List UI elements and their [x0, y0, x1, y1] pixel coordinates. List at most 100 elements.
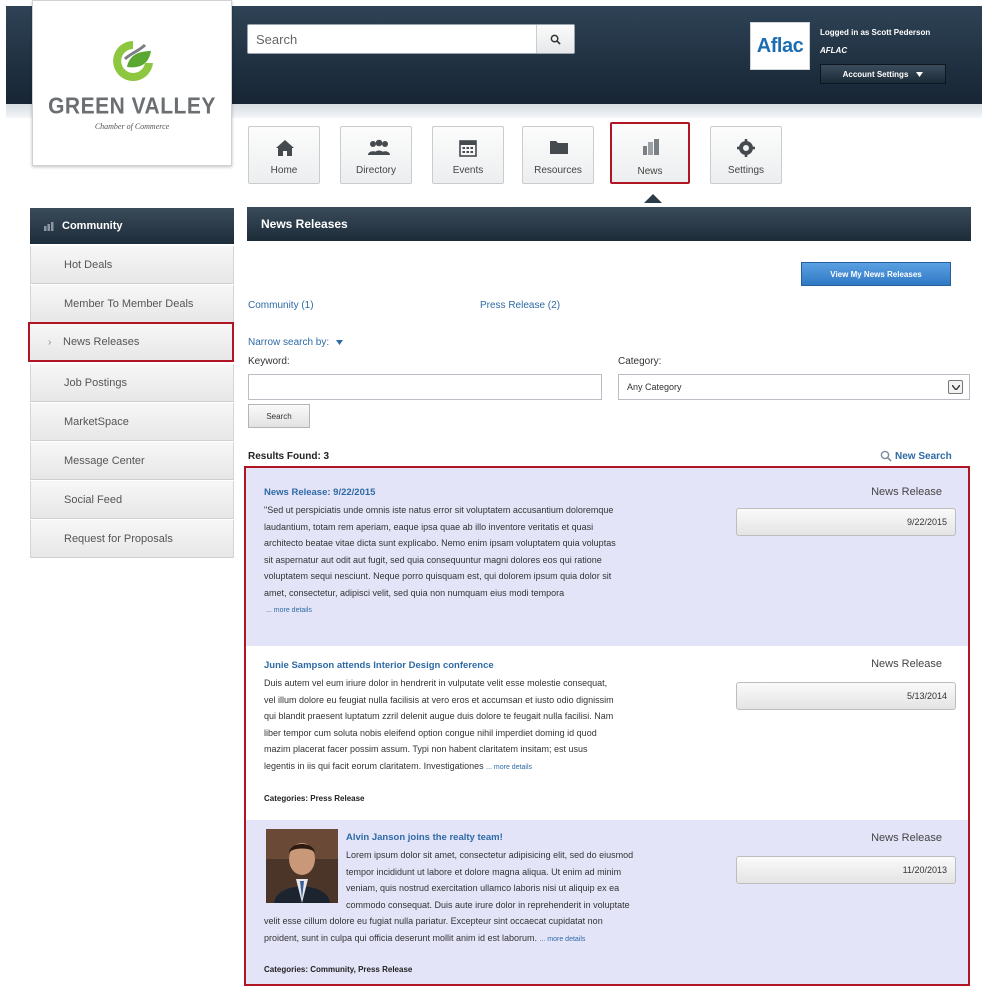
- sidebar-item-label: Hot Deals: [64, 258, 113, 271]
- narrow-search-toggle[interactable]: Narrow search by:: [248, 337, 343, 348]
- item-line: legentis in iis qui facit eorum claritat…: [264, 760, 484, 771]
- item-date: 5/13/2014: [736, 682, 956, 710]
- nav-resources-label: Resources: [534, 165, 582, 176]
- keyword-label: Keyword:: [248, 356, 290, 367]
- people-icon: [368, 139, 390, 155]
- item-categories: Categories: Press Release: [264, 794, 365, 803]
- item-line: "Sed ut perspiciatis unde omnis iste nat…: [264, 505, 614, 515]
- sidebar-item-news-releases[interactable]: › News Releases: [28, 322, 234, 362]
- sidebar-item-message-center[interactable]: Message Center: [30, 442, 234, 480]
- list-item: News Release: 9/22/2015 "Sed ut perspici…: [246, 468, 968, 646]
- sidebar-item-job-postings[interactable]: Job Postings: [30, 364, 234, 402]
- sidebar-item-label: Message Center: [64, 454, 145, 467]
- category-label: Category:: [618, 356, 662, 367]
- item-line: Lorem ipsum dolor sit amet, consectetur …: [346, 850, 634, 860]
- item-line: architecto beatae vitae dicta sunt expli…: [264, 538, 616, 548]
- item-body: velit esse cillum dolore eu fugiat nulla…: [264, 913, 603, 948]
- company-name: AFLAC: [820, 46, 848, 55]
- filter-search-button[interactable]: Search: [248, 404, 310, 428]
- nav-active-pointer: [644, 194, 662, 203]
- chevron-down-icon: [335, 340, 343, 345]
- item-line: commodo consequat. Duis aute irure dolor…: [346, 899, 630, 910]
- search-box: [247, 24, 575, 54]
- item-date: 11/20/2013: [736, 856, 956, 884]
- item-line: Duis autem vel eum iriure dolor in hendr…: [264, 678, 608, 688]
- nav-directory-label: Directory: [355, 165, 396, 176]
- account-settings-label: Account Settings: [842, 69, 909, 79]
- home-icon: [276, 140, 294, 156]
- item-title[interactable]: Alvin Janson joins the realty team!: [346, 832, 503, 843]
- item-body-indented: Lorem ipsum dolor sit amet, consectetur …: [346, 847, 633, 913]
- new-search-label: New Search: [895, 450, 952, 462]
- nav-news-label: News: [637, 166, 663, 177]
- view-my-news-releases-button[interactable]: View My News Releases: [801, 262, 951, 286]
- nav-settings[interactable]: Settings: [710, 126, 782, 184]
- nav-home-label: Home: [270, 165, 298, 176]
- new-search-link[interactable]: New Search: [880, 450, 952, 462]
- nav-settings-label: Settings: [727, 165, 765, 176]
- category-select-value: Any Category: [627, 382, 682, 392]
- list-item: Alvin Janson joins the realty team! Lore…: [246, 820, 968, 984]
- account-settings-button[interactable]: Account Settings: [820, 64, 946, 84]
- sidebar-item-label: Member To Member Deals: [64, 297, 194, 310]
- item-line: amet, consectetur, adipisci velit, sed q…: [264, 587, 565, 598]
- more-details-link[interactable]: ... more details: [486, 764, 532, 771]
- community-icon: [44, 221, 54, 231]
- nav-events[interactable]: Events: [432, 126, 504, 184]
- nav-home[interactable]: Home: [248, 126, 320, 184]
- sidebar-item-label: Job Postings: [64, 376, 127, 389]
- nav-news[interactable]: News: [610, 122, 690, 184]
- chevron-down-icon: [916, 71, 924, 77]
- nav-events-label: Events: [452, 165, 484, 176]
- item-line: mazim placerat facer possim assum. Typi …: [264, 744, 588, 754]
- narrow-search-label: Narrow search by:: [248, 337, 330, 348]
- company-logo: Aflac: [750, 22, 810, 70]
- item-type: News Release: [871, 486, 942, 498]
- item-line: qui blandit praesent luptatum zzril dele…: [264, 711, 614, 721]
- more-details-link[interactable]: ... more details: [540, 936, 586, 943]
- site-logo[interactable]: GREEN VALLEY Chamber of Commerce: [32, 0, 232, 166]
- search-input[interactable]: [248, 25, 538, 53]
- item-line: voluptatem sequi nesciunt. Neque porro q…: [264, 571, 612, 581]
- search-button[interactable]: [536, 25, 574, 53]
- list-item: Junie Sampson attends Interior Design co…: [246, 646, 968, 820]
- item-line: laudantium, totam rem aperiam, eaque ips…: [264, 521, 594, 532]
- author-photo: [266, 829, 338, 903]
- item-line: liber tempor cum soluta nobis eleifend o…: [264, 727, 597, 738]
- item-categories: Categories: Community, Press Release: [264, 965, 413, 974]
- sidebar-item-member-deals[interactable]: Member To Member Deals: [30, 285, 234, 323]
- item-line: veniam, quis nostrud exercitation ullamc…: [346, 883, 620, 893]
- sidebar-item-label: Request for Proposals: [64, 532, 173, 545]
- folder-icon: [550, 141, 568, 154]
- sidebar-item-label: MarketSpace: [64, 415, 129, 428]
- item-line: velit esse cillum dolore eu fugiat nulla…: [264, 916, 603, 926]
- item-line: tempor incididunt ut labore et dolore ma…: [346, 866, 622, 877]
- sidebar-item-marketspace[interactable]: MarketSpace: [30, 403, 234, 441]
- item-title[interactable]: News Release: 9/22/2015: [264, 487, 375, 498]
- gear-icon: [737, 139, 755, 157]
- item-line: proident, sunt in culpa qui officia dese…: [264, 932, 537, 943]
- facet-community[interactable]: Community (1): [248, 300, 314, 311]
- item-title[interactable]: Junie Sampson attends Interior Design co…: [264, 660, 494, 671]
- item-body: Duis autem vel eum iriure dolor in hendr…: [264, 675, 614, 776]
- item-line: sit aspernatur aut odit aut fugit, sed q…: [264, 554, 602, 565]
- page-title: News Releases: [247, 207, 971, 241]
- sidebar-heading: Community: [30, 208, 234, 244]
- facet-press-release[interactable]: Press Release (2): [480, 300, 560, 311]
- sidebar-item-rfp[interactable]: Request for Proposals: [30, 520, 234, 558]
- green-valley-logo-icon: [113, 41, 153, 81]
- item-body: "Sed ut perspiciatis unde omnis iste nat…: [264, 502, 616, 620]
- nav-directory[interactable]: Directory: [340, 126, 412, 184]
- calendar-icon: [459, 140, 477, 157]
- sidebar-item-social-feed[interactable]: Social Feed: [30, 481, 234, 519]
- category-select[interactable]: Any Category: [618, 374, 970, 400]
- keyword-input[interactable]: [248, 374, 602, 400]
- chevron-right-icon: ›: [48, 336, 52, 348]
- more-details-link[interactable]: ... more details: [266, 607, 312, 614]
- logo-name: GREEN VALLEY: [48, 93, 216, 120]
- item-type: News Release: [871, 832, 942, 844]
- item-line: vel illum dolore eu feugiat nulla facili…: [264, 694, 614, 705]
- sidebar-item-hot-deals[interactable]: Hot Deals: [30, 246, 234, 284]
- chevron-down-icon: [948, 380, 963, 394]
- nav-resources[interactable]: Resources: [522, 126, 594, 184]
